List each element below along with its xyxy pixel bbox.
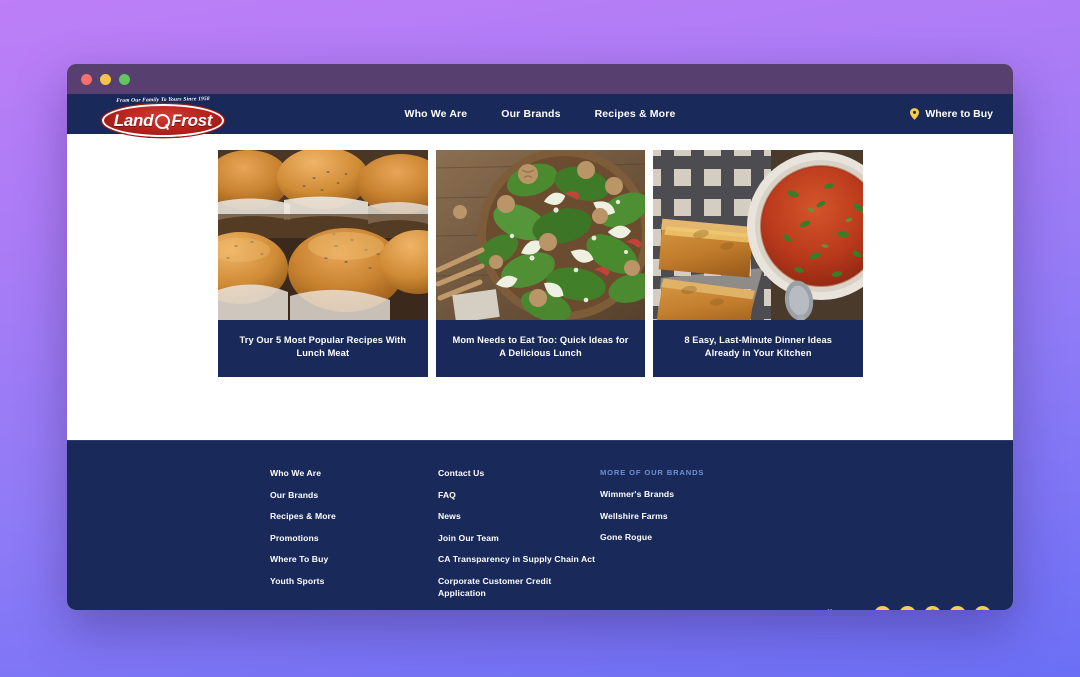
footer-link-faq[interactable]: FAQ [438, 490, 600, 502]
recipe-card-title: Mom Needs to Eat Too: Quick Ideas for A … [452, 335, 629, 359]
footer-link-gone-rogue[interactable]: Gone Rogue [600, 532, 780, 544]
logo-wordmark: Land Frost [113, 111, 213, 130]
spinach-apple-walnut-salad-photo [435, 150, 646, 320]
nav-item-who-we-are[interactable]: Who We Are [405, 108, 468, 120]
sliders-sandwich-rolls-photo [218, 150, 428, 320]
footer-link-recipes-and-more[interactable]: Recipes & More [270, 511, 438, 523]
footer-column-company: Who We Are Our Brands Recipes & More Pro… [270, 468, 438, 609]
footer-link-join-our-team[interactable]: Join Our Team [438, 533, 600, 545]
logo-word-frost: Frost [171, 111, 213, 130]
follow-us-label: Follow Us [815, 609, 862, 610]
site-footer: Who We Are Our Brands Recipes & More Pro… [67, 440, 1013, 610]
recipe-card-title: 8 Easy, Last-Minute Dinner Ideas Already… [684, 335, 833, 359]
window-maximize-button[interactable] [119, 73, 130, 85]
recipe-card[interactable]: Try Our 5 Most Popular Recipes With Lunc… [218, 150, 428, 377]
footer-link-contact-us[interactable]: Contact Us [438, 468, 600, 480]
footer-link-wimmers-brands[interactable]: Wimmer's Brands [600, 489, 780, 501]
footer-link-youth-sports[interactable]: Youth Sports [270, 576, 438, 588]
footer-link-promotions[interactable]: Promotions [270, 533, 438, 545]
nav-item-our-brands[interactable]: Our Brands [501, 108, 560, 120]
nav-item-recipes-and-more[interactable]: Recipes & More [595, 108, 676, 120]
footer-link-corporate-credit-application[interactable]: Corporate Customer Credit Application [438, 576, 600, 599]
youtube-icon[interactable] [899, 606, 916, 610]
footer-bottom-bar: ©2019-2021 Land O' Frost Privacy Stateme… [270, 606, 991, 610]
footer-link-where-to-buy[interactable]: Where To Buy [270, 554, 438, 566]
page-viewport: Who We Are Our Brands Recipes & More Whe… [67, 94, 1013, 610]
where-to-buy-label: Where to Buy [925, 108, 993, 120]
footer-link-our-brands[interactable]: Our Brands [270, 490, 438, 502]
social-links: Follow Us [815, 606, 991, 610]
browser-window: Who We Are Our Brands Recipes & More Whe… [67, 64, 1013, 610]
footer-link-wellshire-farms[interactable]: Wellshire Farms [600, 511, 780, 523]
window-close-button[interactable] [81, 73, 92, 85]
logo-tagline: From Our Family To Yours Since 1958 [116, 96, 210, 104]
twitter-icon[interactable] [874, 606, 891, 610]
footer-column-brands: MORE OF OUR BRANDS Wimmer's Brands Wells… [600, 468, 780, 609]
footer-link-news[interactable]: News [438, 511, 600, 523]
recipe-card-row: Try Our 5 Most Popular Recipes With Lunc… [218, 150, 864, 377]
where-to-buy-link[interactable]: Where to Buy [910, 94, 993, 134]
map-pin-icon [910, 108, 920, 120]
recipe-card-title: Try Our 5 Most Popular Recipes With Lunc… [239, 335, 407, 359]
logo-badge: Land Frost [102, 104, 224, 137]
logo-o-ring-icon [154, 113, 170, 129]
facebook-icon[interactable] [949, 606, 966, 610]
footer-link-who-we-are[interactable]: Who We Are [270, 468, 438, 480]
window-minimize-button[interactable] [100, 73, 111, 85]
footer-link-ca-transparency[interactable]: CA Transparency in Supply Chain Act [438, 554, 600, 566]
logo-word-land: Land [113, 111, 154, 130]
site-logo[interactable]: From Our Family To Yours Since 1958 Land… [102, 96, 224, 142]
instagram-icon[interactable] [974, 606, 991, 610]
footer-brands-heading: MORE OF OUR BRANDS [600, 468, 705, 477]
grilled-cheese-tomato-soup-photo [653, 150, 864, 320]
window-titlebar [67, 64, 1013, 94]
recipe-card[interactable]: Mom Needs to Eat Too: Quick Ideas for A … [435, 150, 646, 377]
pinterest-icon[interactable] [924, 606, 941, 610]
recipe-card[interactable]: 8 Easy, Last-Minute Dinner Ideas Already… [653, 150, 864, 377]
footer-column-support: Contact Us FAQ News Join Our Team CA Tra… [438, 468, 600, 609]
footer-link-columns: Who We Are Our Brands Recipes & More Pro… [270, 468, 780, 609]
